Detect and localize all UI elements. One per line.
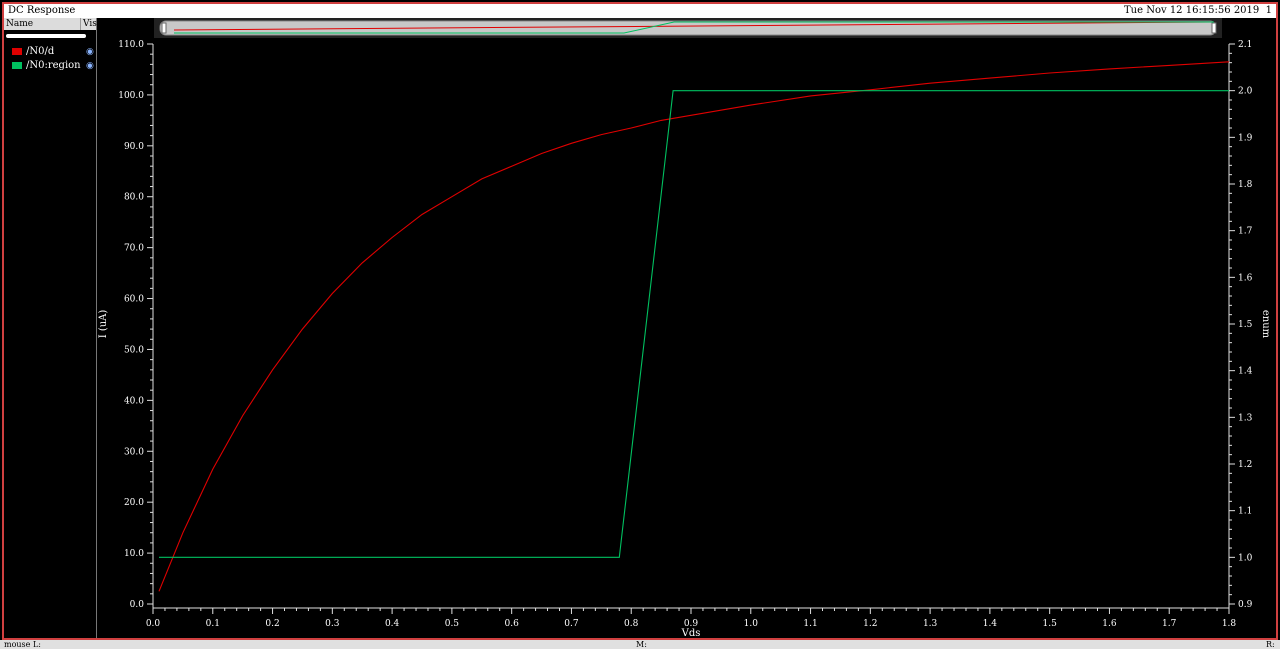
y-tick-label: 90.0 [124,142,144,152]
overview-strip[interactable] [154,18,1222,38]
y2-tick-label: 1.0 [1238,553,1253,563]
x-tick-label: 0.7 [564,619,579,629]
series-line-n0-region [159,90,1229,558]
window-title: DC Response [8,5,76,16]
y-tick-label: 30.0 [124,447,144,457]
y2-tick-label: 2.1 [1238,40,1252,50]
y-tick-label: 0.0 [130,600,145,610]
y2-tick-label: 1.4 [1238,367,1253,377]
y2-tick-label: 2.0 [1238,87,1253,97]
eye-icon[interactable]: ◉ [86,60,94,72]
x-tick-label: 0.5 [445,619,460,629]
x-tick-label: 1.8 [1222,619,1237,629]
y2-tick-label: 1.9 [1238,133,1253,143]
y-tick-label: 70.0 [124,244,144,254]
status-mouse-mid: M: [636,640,647,649]
y2-tick-label: 1.1 [1238,507,1252,517]
x-tick-label: 1.6 [1102,619,1117,629]
y-tick-label: 100.0 [118,91,144,101]
y2-tick-label: 1.2 [1238,460,1252,470]
overview-right-grip[interactable] [1211,22,1217,34]
y2-tick-label: 1.7 [1238,227,1253,237]
y-axis-label: I (uA) [98,310,109,339]
x-tick-label: 1.1 [803,619,817,629]
axis-labels: Vds I (uA) enum [98,310,1271,638]
y2-tick-label: 1.8 [1238,180,1253,190]
y-tick-label: 20.0 [124,498,144,508]
signal-panel: Name Vis /N0/d ◉ /N0:region ◉ [4,18,97,638]
x-tick-label: 1.2 [863,619,877,629]
x-axis-label: Vds [681,628,701,638]
y2-tick-label: 0.9 [1238,600,1253,610]
y-tick-label: 80.0 [124,193,144,203]
x-tick-label: 1.5 [1043,619,1058,629]
x-tick-label: 1.0 [744,619,759,629]
overview-left-grip[interactable] [161,22,167,34]
series-layer [158,61,1230,592]
panel-scrollbar[interactable] [6,34,86,38]
y2-axis-label: enum [1260,310,1271,339]
x-tick-label: 0.3 [325,619,340,629]
legend-label: /N0/d [26,46,55,57]
legend-item-n0-d[interactable]: /N0/d ◉ [12,46,94,58]
y-tick-label: 110.0 [118,40,144,50]
x-tick-label: 0.8 [624,619,639,629]
column-name-header[interactable]: Name [6,18,33,30]
x-tick-label: 0.6 [505,619,520,629]
status-bar: mouse L: M: R: [0,640,1280,649]
x-tick-label: 0.0 [146,619,161,629]
y-tick-label: 50.0 [124,345,144,355]
legend-swatch [12,62,22,69]
legend-swatch [12,48,22,55]
y2-tick-label: 1.6 [1238,273,1253,283]
y-tick-label: 60.0 [124,295,144,305]
x-tick-label: 1.3 [923,619,938,629]
signal-panel-header: Name Vis [4,18,97,30]
x-tick-label: 0.1 [206,619,220,629]
x-tick-label: 1.4 [983,619,998,629]
y-tick-label: 10.0 [124,549,144,559]
legend-label: /N0:region [26,60,81,71]
x-tick-label: 1.7 [1162,619,1177,629]
x-tick-label: 0.2 [265,619,279,629]
chart: 0.0 0.1 0.2 0.3 0.4 0.5 0.6 0.7 0.8 0.9 1.0 1.1 1.2 1… [98,18,1271,638]
y2-tick-label: 1.5 [1238,320,1253,330]
x-tick-label: 0.4 [385,619,400,629]
legend-item-n0-region[interactable]: /N0:region ◉ [12,60,94,72]
status-mouse-right: R: [1266,640,1275,649]
y-tick-label: 40.0 [124,396,144,406]
series-line-n0-d [158,61,1230,592]
eye-icon[interactable]: ◉ [86,46,94,58]
status-mouse-left: mouse L: [4,640,41,649]
axes: 0.0 0.1 0.2 0.3 0.4 0.5 0.6 0.7 0.8 0.9 1.0 1.1 1.2 1… [118,40,1252,629]
y2-tick-label: 1.3 [1238,413,1253,423]
